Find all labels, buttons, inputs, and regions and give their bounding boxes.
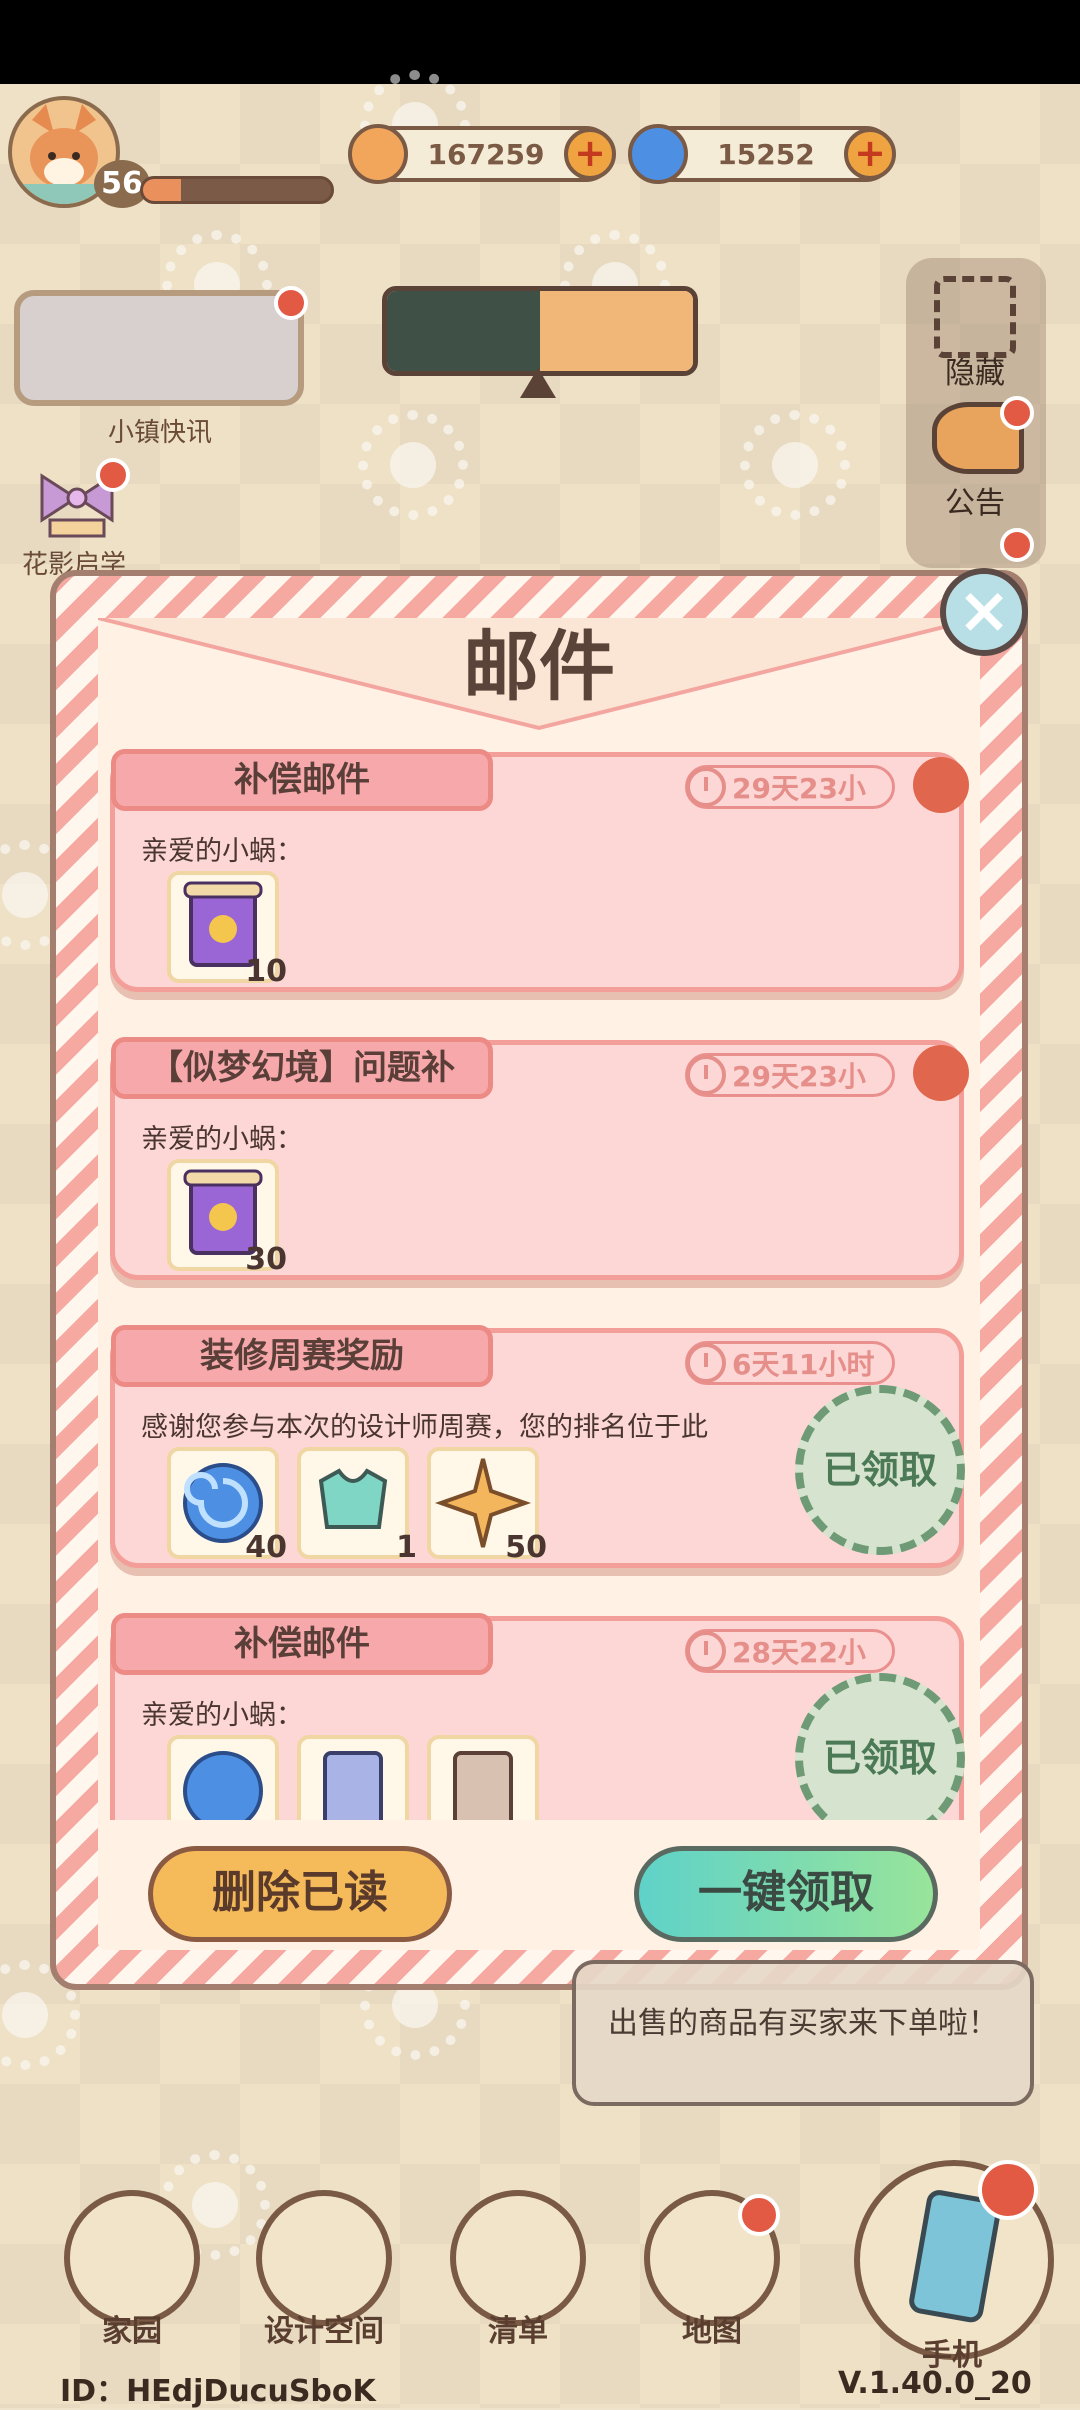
add-coin-button[interactable]: + bbox=[564, 128, 616, 180]
mail-card[interactable]: 【似梦幻境】问题补 29天23小 亲爱的小蜗： 30 bbox=[110, 1037, 969, 1280]
coin-icon bbox=[348, 124, 408, 184]
reward-item[interactable]: 40 bbox=[167, 1447, 287, 1565]
reward-item[interactable]: 30 bbox=[167, 1159, 287, 1277]
mail-greeting: 亲爱的小蜗： bbox=[141, 836, 303, 867]
close-button[interactable]: × bbox=[940, 568, 1028, 656]
sun-decoration-icon bbox=[740, 410, 850, 520]
mail-title: 邮件 bbox=[463, 622, 615, 711]
mail-expiry-timer: 6天11小时 bbox=[685, 1341, 895, 1385]
blue-swirl-icon bbox=[183, 1751, 263, 1820]
notification-toast: 出售的商品有买家来下单啦！ bbox=[572, 1960, 1034, 2106]
reward-item[interactable] bbox=[167, 1735, 279, 1820]
notice-label: 公告 bbox=[945, 486, 1005, 521]
coin-value: 167259 bbox=[427, 137, 545, 171]
mail-card[interactable]: 装修周赛奖励 6天11小时 感谢您参与本次的设计师周赛，您的排名位于此 40 1… bbox=[110, 1325, 965, 1568]
nav-list-label: 清单 bbox=[488, 2314, 548, 2349]
blueprint-icon bbox=[453, 1751, 513, 1820]
top-clothing-icon bbox=[318, 1468, 388, 1529]
reward-count: 50 bbox=[505, 1530, 547, 1565]
hide-ui-icon[interactable] bbox=[934, 276, 1016, 358]
reward-count: 10 bbox=[245, 954, 287, 989]
coin-counter: 167259 + bbox=[348, 124, 616, 184]
mail-expiry-timer: 29天23小 bbox=[685, 765, 895, 809]
clock-icon bbox=[686, 1343, 726, 1383]
mail-body-text: 感谢您参与本次的设计师周赛，您的排名位于此 bbox=[141, 1412, 708, 1443]
add-swirl-button[interactable]: + bbox=[844, 128, 896, 180]
claimed-stamp: 已领取 bbox=[795, 1385, 965, 1555]
reward-count: 30 bbox=[245, 1242, 287, 1277]
mail-expiry-timer: 28天22小 bbox=[685, 1629, 895, 1673]
reward-item[interactable]: 10 bbox=[167, 871, 287, 989]
reward-count: 40 bbox=[245, 1530, 287, 1565]
mail-title-tab: 补偿邮件 bbox=[111, 1613, 493, 1675]
reward-item[interactable] bbox=[297, 1735, 409, 1820]
nav-design-label: 设计空间 bbox=[264, 2314, 384, 2349]
sun-decoration-icon bbox=[358, 410, 468, 520]
mail-expiry-timer: 29天23小 bbox=[685, 1053, 895, 1097]
side-notification-dot bbox=[1000, 528, 1034, 562]
clock-icon bbox=[686, 767, 726, 807]
town-news-label: 小镇快讯 bbox=[107, 418, 212, 448]
swirl-counter: 15252 + bbox=[628, 124, 896, 184]
phone-notification-dot bbox=[978, 2160, 1038, 2220]
nav-home-label: 家园 bbox=[102, 2314, 162, 2349]
mail-greeting: 亲爱的小蜗： bbox=[141, 1700, 303, 1731]
experience-bar bbox=[140, 176, 334, 204]
clock-icon bbox=[686, 1055, 726, 1095]
swirl-value: 15252 bbox=[717, 137, 815, 171]
claimed-stamp: 已领取 bbox=[795, 1673, 965, 1820]
mail-card[interactable]: 补偿邮件 28天22小 亲爱的小蜗： 已领取 bbox=[110, 1613, 965, 1820]
hide-label: 隐藏 bbox=[945, 356, 1005, 391]
blueprint-icon bbox=[323, 1751, 383, 1820]
weather-pointer-icon bbox=[520, 368, 556, 398]
mail-card[interactable]: 补偿邮件 29天23小 亲爱的小蜗： 10 bbox=[110, 749, 969, 992]
status-bar bbox=[0, 0, 1080, 84]
bow-notification-dot bbox=[96, 458, 130, 492]
nav-map-label: 地图 bbox=[682, 2314, 742, 2349]
reward-item[interactable] bbox=[427, 1735, 539, 1820]
delete-read-button[interactable]: 删除已读 bbox=[148, 1846, 452, 1942]
blue-swirl-icon bbox=[628, 124, 688, 184]
clock-icon bbox=[686, 1631, 726, 1671]
reward-item[interactable]: 50 bbox=[427, 1447, 547, 1565]
news-notification-dot bbox=[274, 286, 308, 320]
reward-count: 1 bbox=[396, 1530, 417, 1565]
map-notification-dot bbox=[738, 2194, 780, 2236]
unread-dot bbox=[913, 1045, 969, 1101]
reward-item[interactable]: 1 bbox=[297, 1447, 417, 1565]
mail-title-tab: 补偿邮件 bbox=[111, 749, 493, 811]
mail-greeting: 亲爱的小蜗： bbox=[141, 1124, 303, 1155]
weather-indicator[interactable] bbox=[382, 286, 698, 376]
mail-title-tab: 装修周赛奖励 bbox=[111, 1325, 493, 1387]
version-text: V.1.40.0_20 bbox=[838, 2366, 1032, 2401]
unread-dot bbox=[913, 757, 969, 813]
mail-title-tab: 【似梦幻境】问题补 bbox=[111, 1037, 493, 1099]
claim-all-button[interactable]: 一键领取 bbox=[634, 1846, 938, 1942]
notice-notification-dot bbox=[1000, 396, 1034, 430]
player-id: ID：HEdjDucuSboK bbox=[60, 2374, 376, 2409]
mail-list[interactable]: 补偿邮件 29天23小 亲爱的小蜗： 10 【似梦幻境】问题补 29天23小 亲… bbox=[104, 744, 984, 1820]
town-news-card[interactable] bbox=[14, 290, 304, 406]
